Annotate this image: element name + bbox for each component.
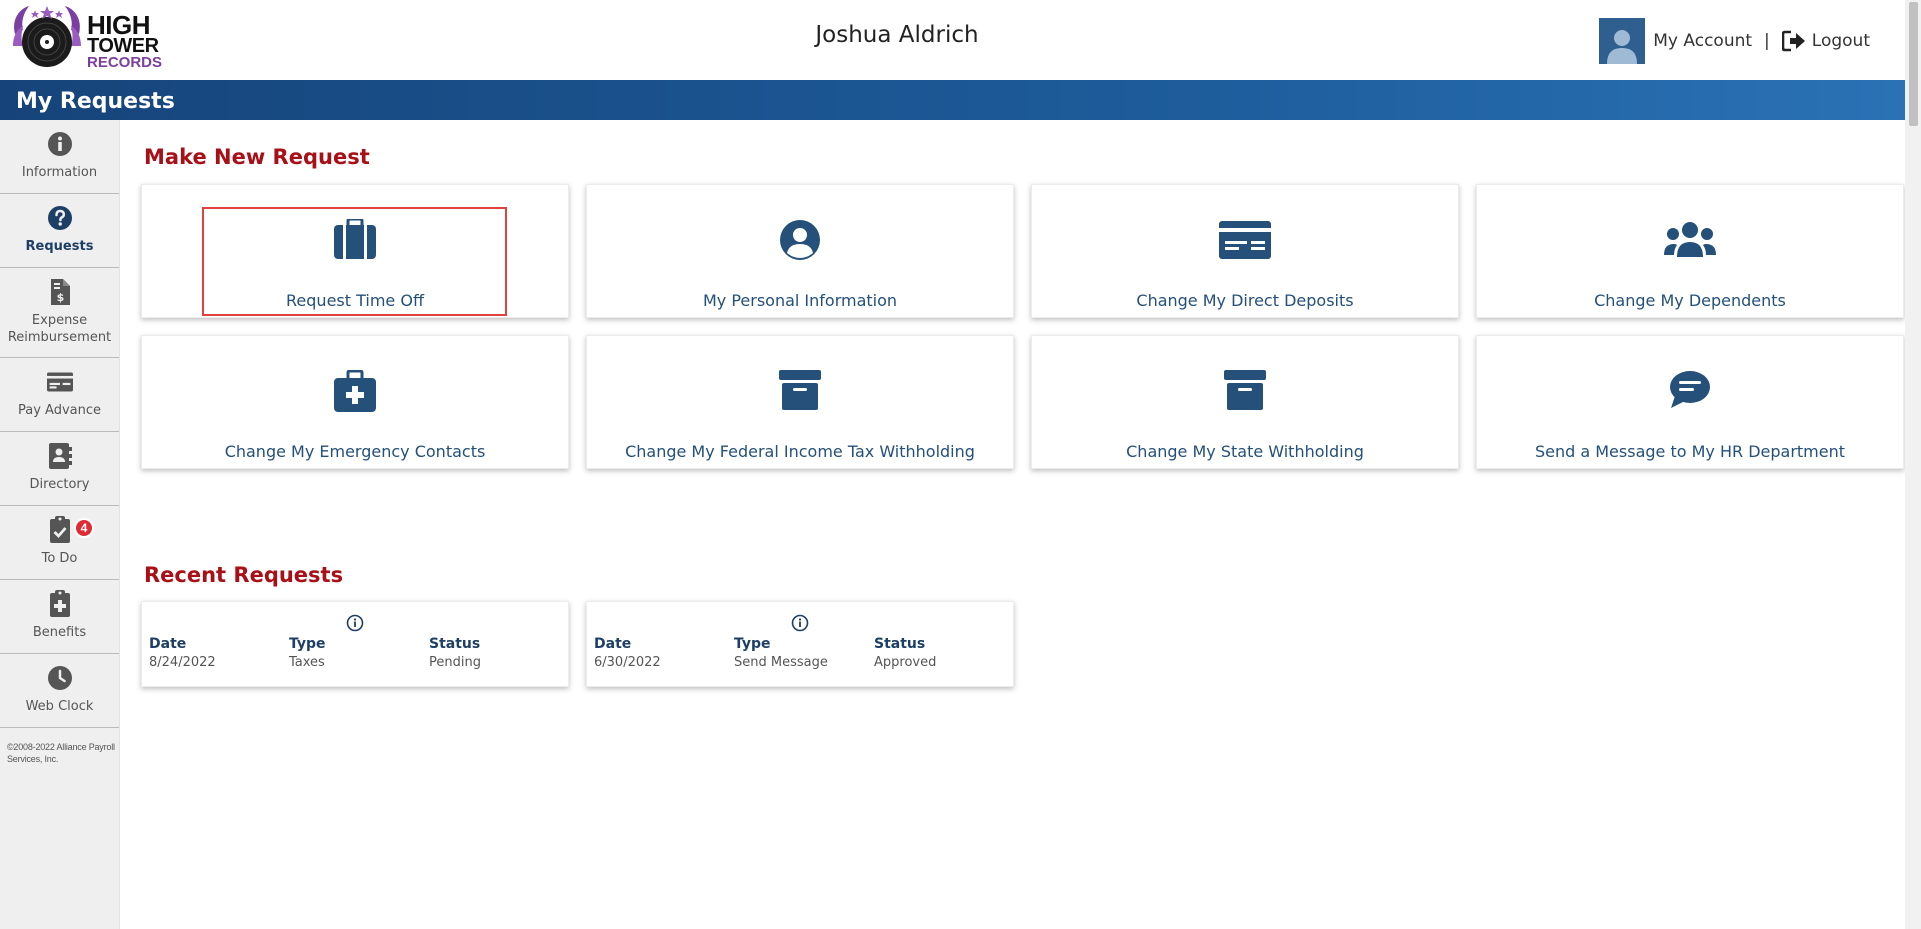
recent-request-card[interactable]: Date 8/24/2022 Type Taxes Status Pending [141,601,569,687]
sidebar-item-web-clock[interactable]: Web Clock [0,654,119,728]
page: HIGH TOWER RECORDS Joshua Aldrich My Acc… [0,0,1921,929]
card-label: Send a Message to My HR Department [1534,442,1846,461]
my-personal-information-card[interactable]: My Personal Information [586,184,1014,318]
send-hr-message-card[interactable]: Send a Message to My HR Department [1476,335,1904,469]
status-value: Approved [874,655,937,670]
suitcase-icon [142,219,568,263]
request-date: Date 8/24/2022 [149,636,216,670]
sidebar-item-label: Web Clock [25,699,94,715]
todo-count-badge: 4 [74,518,94,538]
account-menu: My Account | Logout [1599,18,1870,64]
recent-request-card[interactable]: Date 6/30/2022 Type Send Message Status … [586,601,1014,687]
sidebar-item-label: Pay Advance [17,403,101,419]
type-value: Send Message [734,655,828,670]
sidebar-item-directory[interactable]: Directory [0,432,119,506]
type-value: Taxes [289,655,325,670]
vertical-scrollbar[interactable] [1905,0,1921,929]
sidebar-item-label: Requests [25,239,94,255]
card-label: Change My Federal Income Tax Withholding [625,442,975,461]
comment-icon [1477,370,1903,414]
make-new-request-heading: Make New Request [144,145,370,169]
request-status: Status Approved [874,636,936,670]
change-federal-tax-withholding-card[interactable]: Change My Federal Income Tax Withholding [586,335,1014,469]
change-emergency-contacts-card[interactable]: Change My Emergency Contacts [141,335,569,469]
sidebar-item-label: Directory [29,477,90,493]
card-label: Change My Dependents [1594,291,1786,310]
request-type: Type Taxes [289,636,326,670]
recent-requests-heading: Recent Requests [144,563,344,587]
date-value: 6/30/2022 [594,655,661,670]
sidebar-item-label: Benefits [32,625,87,641]
svg-text:$: $ [56,291,64,304]
money-check-icon [46,369,73,395]
date-header: Date [149,636,187,652]
sidebar-item-expense-reimbursement[interactable]: $ Expense Reimbursement [0,268,119,358]
sidebar-item-information[interactable]: Information [0,120,119,194]
header-separator: | [1764,31,1770,51]
page-title: My Requests [16,89,175,114]
sidebar-item-pay-advance[interactable]: Pay Advance [0,358,119,432]
change-dependents-card[interactable]: Change My Dependents [1476,184,1904,318]
user-silhouette-icon [1607,30,1638,64]
card-label: Request Time Off [286,291,424,310]
info-icon[interactable] [587,614,1013,632]
status-value: Pending [429,655,481,670]
address-book-icon [47,443,73,470]
sign-out-icon[interactable] [1781,30,1806,52]
user-circle-icon [587,219,1013,263]
archive-icon [1032,370,1458,414]
type-header: Type [734,636,771,652]
avatar[interactable] [1599,18,1646,64]
user-name: Joshua Aldrich [815,22,979,48]
info-circle-icon [47,131,73,157]
invoice-dollar-icon: $ [47,279,73,306]
page-title-bar: My Requests [0,80,1905,120]
sidebar-item-label: Expense Reimbursement [7,313,112,345]
change-state-withholding-card[interactable]: Change My State Withholding [1031,335,1459,469]
card-label: Change My State Withholding [1126,442,1364,461]
users-icon [1477,219,1903,263]
sidebar-item-to-do[interactable]: 4 To Do [0,506,119,580]
logo-line-3: RECORDS [87,54,163,71]
type-header: Type [289,636,326,652]
my-account-link[interactable]: My Account [1653,31,1752,51]
archive-icon [587,370,1013,414]
date-header: Date [594,636,632,652]
request-status: Status Pending [429,636,481,670]
sidebar: Information Requests $ Expense Reimburse… [0,120,120,929]
scrollbar-thumb[interactable] [1909,2,1918,126]
request-time-off-card[interactable]: Request Time Off [141,184,569,318]
clipboard-check-icon [47,516,73,544]
sidebar-item-requests[interactable]: Requests [0,194,119,268]
question-circle-icon [47,205,73,231]
request-type: Type Send Message [734,636,828,670]
money-check-icon [1032,219,1458,263]
status-header: Status [429,636,481,652]
sidebar-item-label: To Do [41,551,78,567]
request-date: Date 6/30/2022 [594,636,661,670]
change-direct-deposits-card[interactable]: Change My Direct Deposits [1031,184,1459,318]
sidebar-item-benefits[interactable]: Benefits [0,580,119,654]
card-label: Change My Direct Deposits [1136,291,1354,310]
top-header: HIGH TOWER RECORDS Joshua Aldrich My Acc… [0,0,1905,80]
card-label: Change My Emergency Contacts [224,442,486,461]
sidebar-item-label: Information [21,165,98,181]
card-label: My Personal Information [702,291,898,310]
copyright-notice: ©2008-2022 Alliance Payroll Services, In… [7,742,115,764]
info-icon[interactable] [142,614,568,632]
clipboard-plus-icon [47,590,73,618]
status-header: Status [874,636,926,652]
clock-icon [47,665,73,691]
logout-link[interactable]: Logout [1812,31,1870,51]
date-value: 8/24/2022 [149,655,216,670]
medkit-icon [142,370,568,414]
